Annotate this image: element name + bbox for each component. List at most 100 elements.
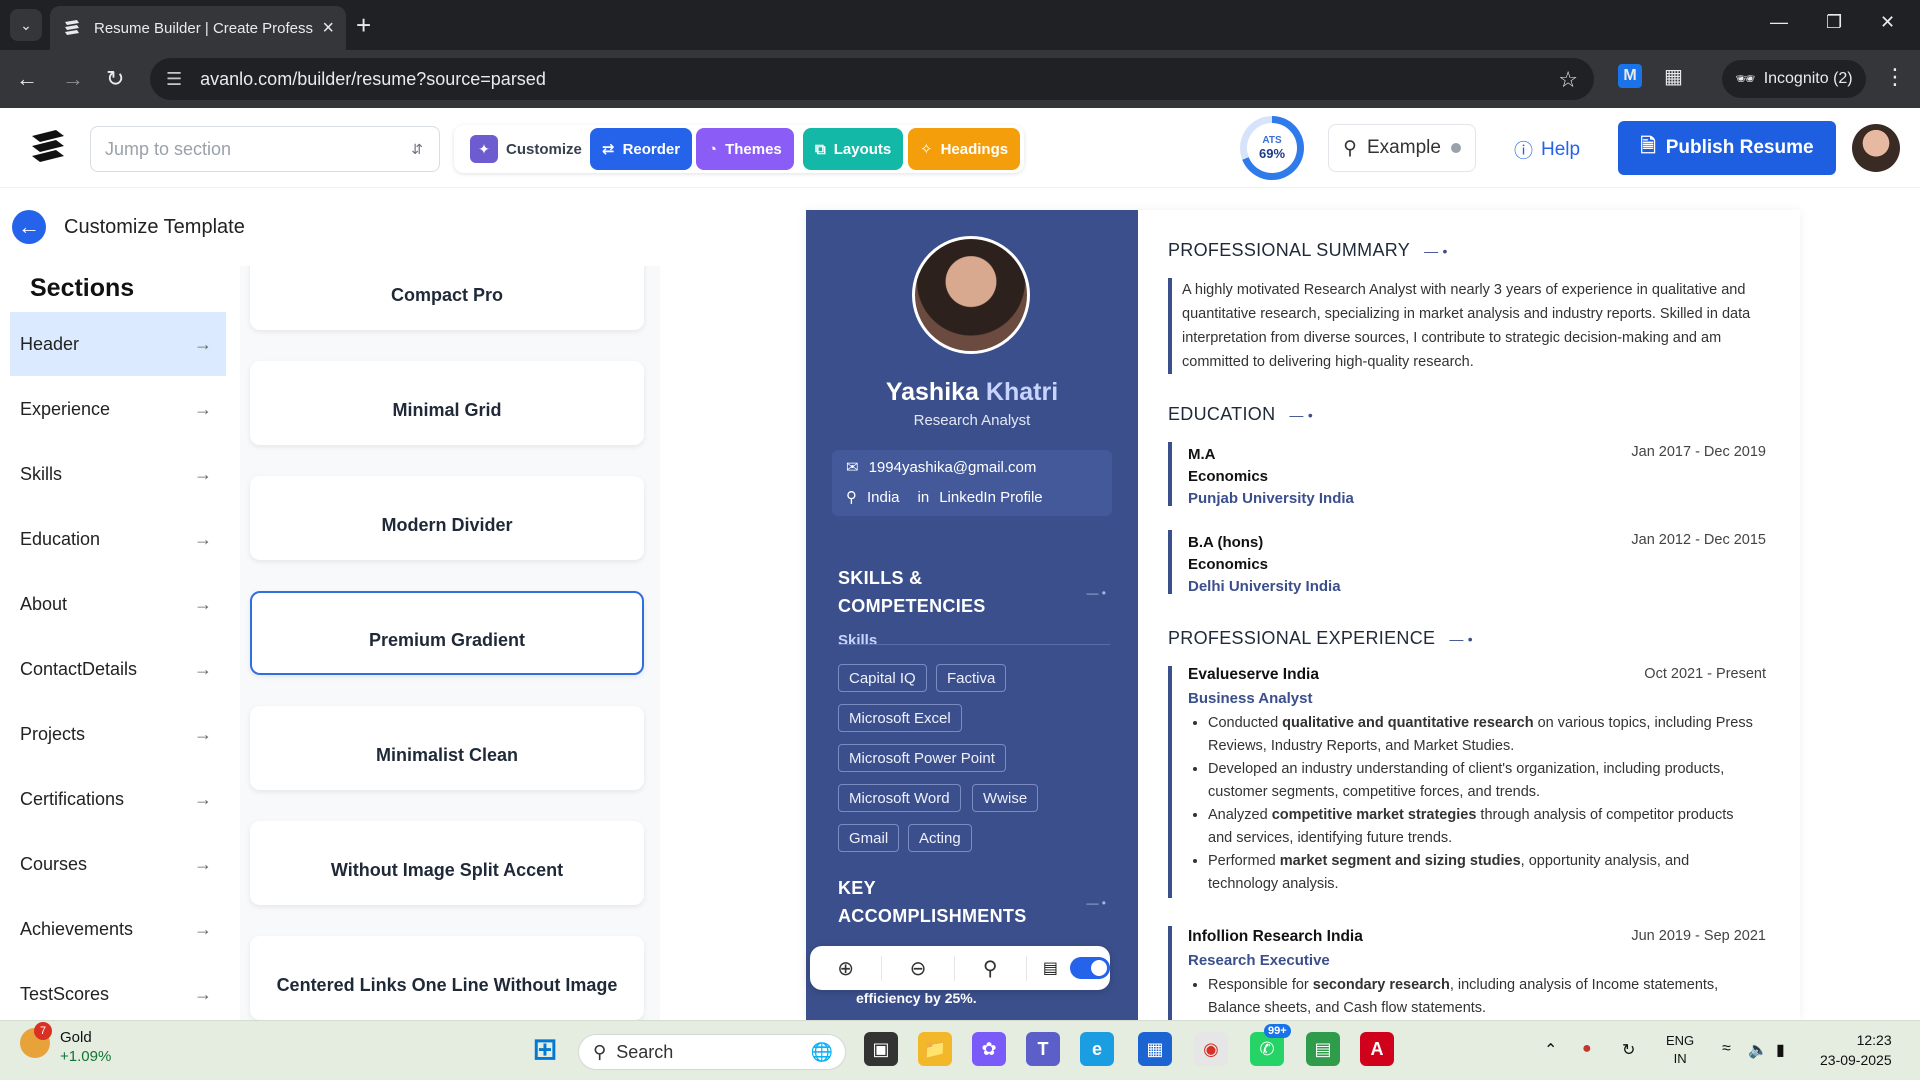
- back-arrow-icon[interactable]: ←: [12, 210, 46, 244]
- zoom-reset-icon[interactable]: ⚲: [955, 955, 1027, 981]
- forward-nav-icon[interactable]: →: [62, 66, 84, 92]
- example-button[interactable]: ⚲ Example: [1328, 124, 1476, 172]
- flask-icon: ⚲: [1343, 137, 1357, 159]
- section-item[interactable]: Projects →: [10, 702, 226, 766]
- chrome-icon[interactable]: ◉: [1194, 1032, 1228, 1066]
- themes-button[interactable]: ◔ Themes: [696, 128, 794, 170]
- url-text: avanlo.com/builder/resume?source=parsed: [200, 68, 546, 89]
- template-card[interactable]: Minimal Grid: [250, 361, 644, 445]
- reload-icon[interactable]: ↻: [106, 66, 124, 92]
- back-nav-icon[interactable]: ←: [16, 66, 38, 92]
- section-item[interactable]: About →: [10, 572, 226, 636]
- section-item[interactable]: TestScores →: [10, 962, 226, 1020]
- language-indicator[interactable]: ENG IN: [1666, 1032, 1694, 1068]
- restore-window-icon[interactable]: ❐: [1826, 12, 1842, 33]
- sheets-app-icon[interactable]: ▤: [1306, 1032, 1340, 1066]
- template-card[interactable]: Premium Gradient: [250, 591, 644, 675]
- wifi-icon[interactable]: ≈: [1722, 1040, 1731, 1058]
- ats-score-ring[interactable]: ATS 69%: [1240, 116, 1304, 180]
- arrow-right-icon: →: [194, 983, 212, 1004]
- resume-sidebar: Yashika Khatri Research Analyst ✉ 1994yas…: [806, 210, 1138, 1020]
- layouts-icon: ⧉: [815, 140, 826, 158]
- skills-heading: SKILLS & COMPETENCIES: [838, 568, 986, 616]
- section-item[interactable]: Skills →: [10, 442, 226, 506]
- extensions-puzzle-icon[interactable]: ▦: [1664, 64, 1683, 89]
- volume-icon[interactable]: 🔈: [1748, 1040, 1768, 1060]
- file-explorer-icon[interactable]: 📁: [918, 1032, 952, 1066]
- heading-dash: — •: [1086, 896, 1106, 910]
- browser-tab[interactable]: Resume Builder | Create Profess ×: [50, 6, 346, 50]
- template-card[interactable]: Without Image Split Accent: [250, 821, 644, 905]
- skill-chip: Microsoft Power Point: [838, 744, 1006, 772]
- education-dates: Jan 2017 - Dec 2019: [1631, 444, 1766, 460]
- teams-icon[interactable]: T: [1026, 1032, 1060, 1066]
- education-entry: B.A (hons) Economics Delhi University Indi…: [1188, 534, 1341, 595]
- zoom-in-icon[interactable]: ⊕: [810, 955, 883, 981]
- url-bar[interactable]: ☰ avanlo.com/builder/resume?source=parse…: [150, 58, 1594, 100]
- incognito-badge[interactable]: 🕶 Incognito (2): [1722, 60, 1866, 98]
- browser-menu-icon[interactable]: ⋮: [1884, 64, 1906, 90]
- resume-role: Research Analyst: [913, 412, 1031, 429]
- close-window-icon[interactable]: ✕: [1880, 12, 1895, 33]
- template-card[interactable]: Compact Pro: [250, 266, 644, 330]
- gold-coin-icon: 7: [20, 1022, 52, 1058]
- arrow-right-icon: →: [194, 528, 212, 549]
- bookmark-star-icon[interactable]: ☆: [1558, 67, 1578, 93]
- layouts-button[interactable]: ⧉ Layouts: [803, 128, 904, 170]
- template-card[interactable]: Minimalist Clean: [250, 706, 644, 790]
- tray-chevron-up-icon[interactable]: ⌃: [1544, 1040, 1557, 1060]
- extension-m-icon[interactable]: M: [1618, 64, 1642, 88]
- tray-app-icon[interactable]: ●: [1582, 1040, 1592, 1058]
- close-tab-icon[interactable]: ×: [322, 17, 334, 40]
- edge-icon[interactable]: e: [1080, 1032, 1114, 1066]
- jump-to-section-select[interactable]: Jump to section ⇵: [90, 126, 440, 172]
- copilot-icon[interactable]: ✿: [972, 1032, 1006, 1066]
- resume-preview: Yashika Khatri Research Analyst ✉ 1994yas…: [806, 210, 1800, 1020]
- task-view-icon[interactable]: ▣: [864, 1032, 898, 1066]
- minimize-window-icon[interactable]: —: [1770, 12, 1788, 33]
- user-avatar[interactable]: [1852, 124, 1900, 172]
- taskbar-search[interactable]: ⚲ Search 🌐: [578, 1034, 846, 1070]
- section-item[interactable]: Certifications →: [10, 767, 226, 831]
- job-title: Business Analyst: [1188, 690, 1313, 707]
- linkedin-link[interactable]: LinkedIn Profile: [939, 489, 1042, 506]
- windows-start-icon[interactable]: ⊞: [528, 1032, 562, 1066]
- section-item[interactable]: Experience →: [10, 377, 226, 441]
- page-break-toggle[interactable]: [1070, 957, 1111, 979]
- acrobat-icon[interactable]: A: [1360, 1032, 1394, 1066]
- publish-resume-button[interactable]: 🗎 Publish Resume: [1618, 121, 1836, 175]
- reorder-button[interactable]: ⇄ Reorder: [590, 128, 693, 170]
- section-item[interactable]: Courses →: [10, 832, 226, 896]
- customize-button[interactable]: ✦ Customize: [458, 128, 594, 170]
- template-card[interactable]: Centered Links One Line Without Image: [250, 936, 644, 1020]
- tray-sync-icon[interactable]: ↻: [1622, 1040, 1635, 1060]
- store-icon[interactable]: ▦: [1138, 1032, 1172, 1066]
- heading-dash: — •: [1086, 586, 1106, 600]
- linkedin-icon: in: [917, 488, 930, 506]
- education-entry: M.A Economics Punjab University India: [1188, 446, 1354, 507]
- section-item[interactable]: ContactDetails →: [10, 637, 226, 701]
- system-clock[interactable]: 12:23 23-09-2025: [1820, 1030, 1892, 1070]
- accent-bar: [1168, 926, 1172, 1020]
- whatsapp-icon[interactable]: ✆ 99+: [1250, 1024, 1291, 1066]
- section-item[interactable]: Achievements →: [10, 897, 226, 961]
- section-item[interactable]: Education →: [10, 507, 226, 571]
- tab-search-chevron-icon[interactable]: ⌄: [10, 9, 42, 41]
- skill-chip: Capital IQ: [838, 664, 927, 692]
- template-card[interactable]: Modern Divider: [250, 476, 644, 560]
- app-logo-icon[interactable]: [28, 128, 68, 168]
- select-updown-icon: ⇵: [411, 140, 423, 157]
- site-settings-icon[interactable]: ☰: [166, 69, 182, 90]
- headings-button[interactable]: ✧ Headings: [908, 128, 1021, 170]
- zoom-out-icon[interactable]: ⊖: [882, 955, 955, 981]
- mail-icon: ✉: [846, 459, 859, 476]
- stock-widget[interactable]: 7 Gold +1.09%: [20, 1022, 111, 1066]
- skill-chip: Wwise: [972, 784, 1039, 812]
- wand-icon: ✦: [470, 135, 498, 163]
- section-item[interactable]: Header →: [10, 312, 226, 376]
- battery-icon[interactable]: ▮: [1776, 1040, 1785, 1060]
- info-icon: ⓘ: [1514, 141, 1534, 162]
- new-tab-button[interactable]: +: [356, 10, 371, 41]
- help-link[interactable]: ⓘ Help: [1514, 136, 1580, 163]
- accomplishment-text: efficiency by 25%.: [856, 990, 977, 1006]
